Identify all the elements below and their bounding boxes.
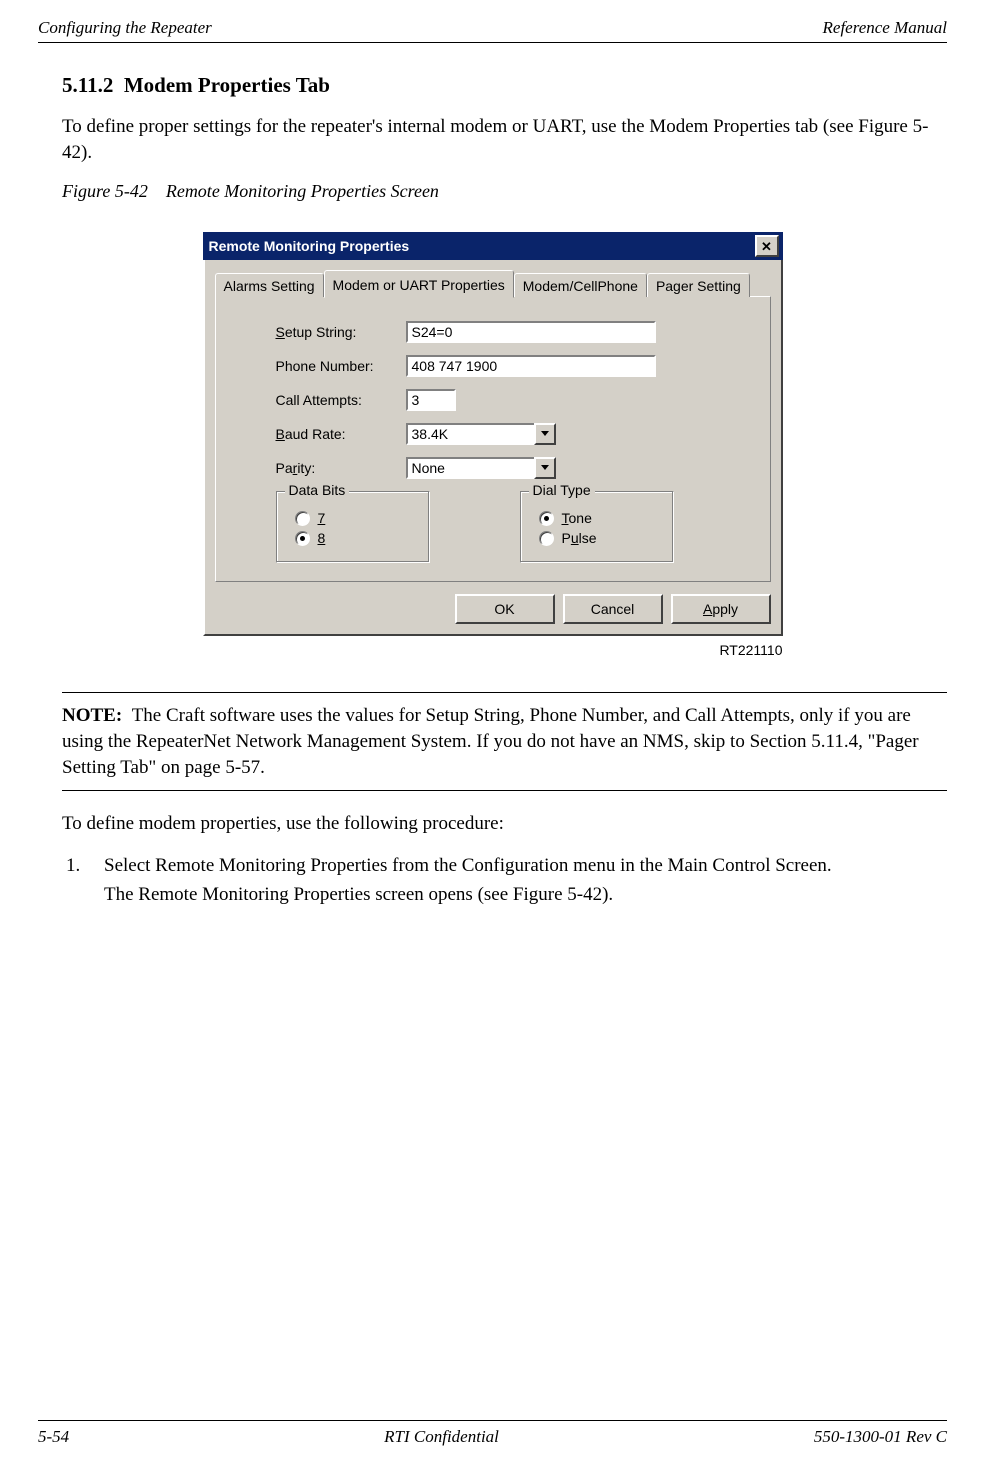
combo-parity-button[interactable] — [534, 457, 556, 479]
note-label: NOTE: — [62, 705, 122, 726]
label-baud-rate: Baud Rate: — [276, 426, 406, 442]
note-rule-bottom — [62, 790, 947, 791]
group-data-bits: Data Bits 7 8 — [276, 491, 430, 563]
footer-right: 550-1300-01 Rev C — [814, 1427, 947, 1447]
page-header: Configuring the Repeater Reference Manua… — [38, 18, 947, 38]
figure-label: Figure 5-42 — [62, 181, 148, 201]
close-icon: ✕ — [761, 240, 772, 253]
dialog-window: Remote Monitoring Properties ✕ Alarms Se… — [203, 232, 783, 636]
figure-container: Remote Monitoring Properties ✕ Alarms Se… — [38, 232, 947, 636]
input-setup-string[interactable]: S24=0 — [406, 321, 656, 343]
tab-modem-cellphone[interactable]: Modem/CellPhone — [514, 273, 647, 297]
radio-data-bits-8[interactable]: 8 — [295, 530, 405, 546]
tab-pager-setting[interactable]: Pager Setting — [647, 273, 750, 297]
step-subtext: The Remote Monitoring Properties screen … — [104, 882, 947, 908]
input-call-attempts[interactable]: 3 — [406, 389, 456, 411]
group-dial-type-title: Dial Type — [529, 482, 595, 498]
tab-modem-uart-properties[interactable]: Modem or UART Properties — [324, 270, 514, 298]
tab-panel: Setup String: S24=0 Phone Number: 408 74… — [215, 296, 771, 582]
label-call-attempts: Call Attempts: — [276, 392, 406, 408]
label-phone-number: Phone Number: — [276, 358, 406, 374]
row-call-attempts: Call Attempts: 3 — [276, 389, 752, 411]
chevron-down-icon — [541, 465, 549, 471]
radio-label: Tone — [562, 510, 592, 526]
tab-alarms-setting[interactable]: Alarms Setting — [215, 273, 324, 297]
cancel-button[interactable]: Cancel — [563, 594, 663, 624]
image-reference-id: RT221110 — [203, 642, 783, 658]
group-row: Data Bits 7 8 — [276, 491, 752, 563]
input-phone-number[interactable]: 408 747 1900 — [406, 355, 656, 377]
footer-center: RTI Confidential — [384, 1427, 499, 1447]
procedure-step-1: Select Remote Monitoring Properties from… — [66, 853, 947, 908]
footer-left: 5-54 — [38, 1427, 69, 1447]
row-baud-rate: Baud Rate: 38.4K — [276, 423, 752, 445]
row-phone-number: Phone Number: 408 747 1900 — [276, 355, 752, 377]
chevron-down-icon — [541, 431, 549, 437]
apply-button[interactable]: Apply — [671, 594, 771, 624]
label-setup-string: Setup String: — [276, 324, 406, 340]
procedure-list: Select Remote Monitoring Properties from… — [66, 853, 947, 908]
group-dial-type: Dial Type Tone Pulse — [520, 491, 674, 563]
combo-baud-rate[interactable]: 38.4K — [406, 423, 556, 445]
section-heading: 5.11.2 Modem Properties Tab — [62, 73, 947, 98]
note-paragraph: NOTE: The Craft software uses the values… — [62, 703, 947, 780]
tab-strip: Alarms Setting Modem or UART Properties … — [215, 270, 771, 297]
combo-baud-rate-button[interactable] — [534, 423, 556, 445]
note-text: The Craft software uses the values for S… — [62, 705, 919, 777]
row-setup-string: Setup String: S24=0 — [276, 321, 752, 343]
radio-icon — [295, 531, 310, 546]
figure-text: Remote Monitoring Properties Screen — [166, 181, 439, 201]
ok-button[interactable]: OK — [455, 594, 555, 624]
radio-dial-tone[interactable]: Tone — [539, 510, 649, 526]
radio-icon — [295, 511, 310, 526]
dialog-title: Remote Monitoring Properties — [209, 238, 410, 254]
radio-label: 7 — [318, 510, 326, 526]
header-right: Reference Manual — [823, 18, 947, 38]
dialog-button-row: OK Cancel Apply — [215, 594, 771, 624]
combo-parity-value: None — [406, 457, 536, 479]
combo-parity[interactable]: None — [406, 457, 556, 479]
dialog-titlebar[interactable]: Remote Monitoring Properties ✕ — [203, 232, 783, 260]
header-left: Configuring the Repeater — [38, 18, 212, 38]
section-title: Modem Properties Tab — [124, 73, 330, 97]
note-rule-top — [62, 692, 947, 693]
figure-caption: Figure 5-42 Remote Monitoring Properties… — [62, 181, 947, 202]
combo-baud-rate-value: 38.4K — [406, 423, 536, 445]
radio-icon — [539, 531, 554, 546]
radio-dial-pulse[interactable]: Pulse — [539, 530, 649, 546]
procedure-intro: To define modem properties, use the foll… — [62, 811, 947, 837]
group-data-bits-title: Data Bits — [285, 482, 350, 498]
page-footer: 5-54 RTI Confidential 550-1300-01 Rev C — [38, 1420, 947, 1447]
close-button[interactable]: ✕ — [755, 235, 779, 257]
radio-data-bits-7[interactable]: 7 — [295, 510, 405, 526]
row-parity: PParity: None — [276, 457, 752, 479]
intro-paragraph: To define proper settings for the repeat… — [62, 114, 947, 165]
dialog-body: Alarms Setting Modem or UART Properties … — [203, 260, 783, 636]
radio-label: 8 — [318, 530, 326, 546]
radio-label: Pulse — [562, 530, 597, 546]
step-text: Select Remote Monitoring Properties from… — [104, 855, 832, 876]
section-number: 5.11.2 — [62, 73, 113, 97]
label-parity: PParity: — [276, 460, 406, 476]
radio-icon — [539, 511, 554, 526]
